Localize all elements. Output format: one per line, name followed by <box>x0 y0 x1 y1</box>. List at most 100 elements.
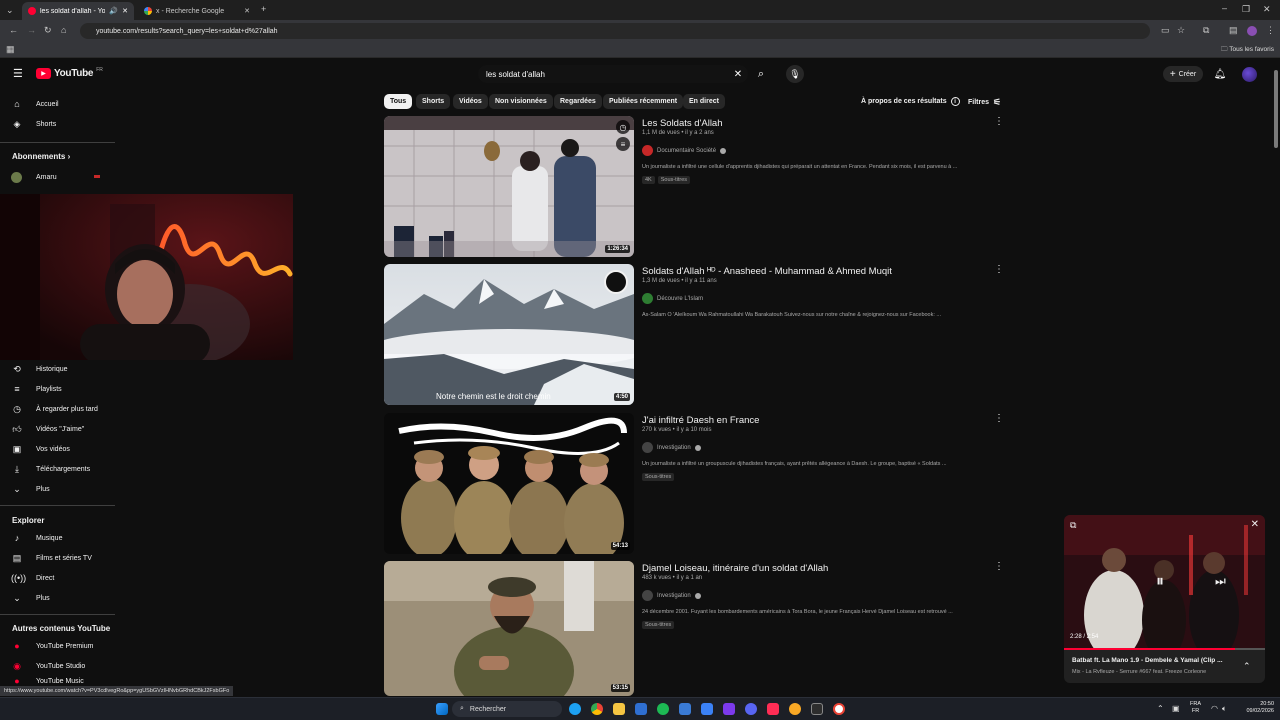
reload-icon[interactable]: ↻ <box>44 25 52 36</box>
tab-youtube[interactable]: les soldat d'allah - YouTube 🔊 ✕ <box>22 2 134 20</box>
clear-search-icon[interactable]: ✕ <box>729 65 747 83</box>
file-explorer-icon[interactable] <box>613 703 625 715</box>
tray-chevron-icon[interactable]: ⌃ <box>1157 704 1164 713</box>
sidebar-item-studio[interactable]: ◉ YouTube Studio <box>0 656 115 676</box>
about-results-link[interactable]: À propos de ces résultats i <box>861 97 960 106</box>
taskbar-search[interactable]: ⌕ Rechercher <box>452 701 562 717</box>
create-button[interactable]: + Créer <box>1163 66 1203 82</box>
video-thumbnail[interactable]: ◷ ≡ 1:26:34 <box>384 116 634 257</box>
subscriptions-title[interactable]: Abonnements › <box>12 152 70 161</box>
sidebar-item-watch-later[interactable]: ◷ À regarder plus tard <box>0 399 115 419</box>
sidebar-item-films[interactable]: ▤ Films et séries TV <box>0 548 115 568</box>
language-indicator[interactable]: FRA FR <box>1190 701 1201 715</box>
close-tab-icon[interactable]: ✕ <box>244 7 250 15</box>
sidebar-item-liked-videos[interactable]: 👍︎ Vidéos "J'aime" <box>0 419 115 439</box>
chip-all[interactable]: Tous <box>384 94 413 109</box>
forward-icon[interactable]: → <box>27 25 36 35</box>
chip-unwatched[interactable]: Non visionnées <box>489 94 553 109</box>
video-result[interactable]: ◷ ≡ 1:26:34 Les Soldats d'Allah 1,1 M de… <box>384 116 1024 258</box>
video-result[interactable]: 54:13 J'ai infiltré Daesh en France 270 … <box>384 413 1024 555</box>
video-result[interactable]: Notre chemin est le droit chemin 4:50 So… <box>384 264 1024 406</box>
video-title[interactable]: Les Soldats d'Allah <box>642 118 723 129</box>
cast-icon[interactable]: ▭ <box>1161 25 1170 36</box>
mail-icon[interactable] <box>635 703 647 715</box>
edge-icon[interactable] <box>569 703 581 715</box>
channel-link[interactable]: Découvre L'Islam <box>642 293 703 304</box>
hamburger-menu-icon[interactable]: ☰ <box>13 67 23 80</box>
sidebar-item-downloads[interactable]: ⤓ Téléchargements <box>0 459 115 479</box>
volume-icon[interactable]: 🔈︎ <box>1222 704 1227 714</box>
discord-icon[interactable] <box>745 703 757 715</box>
chrome-profile-icon[interactable] <box>833 703 845 715</box>
sidebar-item-shorts[interactable]: ◈ Shorts <box>0 114 115 134</box>
chip-recent[interactable]: Publiées récemment <box>603 94 684 109</box>
clock[interactable]: 20:50 09/02/2026 <box>1238 701 1274 715</box>
tray-app-icon[interactable]: ▣ <box>1172 704 1180 713</box>
back-icon[interactable]: ← <box>9 25 18 35</box>
app-icon[interactable] <box>811 703 823 715</box>
video-title[interactable]: Djamel Loiseau, itinéraire d'un soldat d… <box>642 563 828 574</box>
wifi-icon[interactable]: ◠ <box>1211 704 1218 713</box>
account-avatar[interactable] <box>1242 67 1257 82</box>
notifications-bell-icon[interactable]: 🔔︎ <box>1211 65 1229 83</box>
chip-videos[interactable]: Vidéos <box>453 94 488 109</box>
video-thumbnail[interactable]: Notre chemin est le droit chemin 4:50 <box>384 264 634 405</box>
close-tab-icon[interactable]: ✕ <box>122 7 128 15</box>
chevron-up-icon[interactable]: ⌃ <box>1243 661 1251 672</box>
menu-kebab-icon[interactable]: ⋮ <box>1266 25 1275 36</box>
sidebar-item-home[interactable]: ⌂ Accueil <box>0 94 115 114</box>
sidebar-item-music-app[interactable]: ● YouTube Music <box>0 676 115 686</box>
miniplayer-video[interactable]: ⧉ ✕ ⏸ ⏭ 2:28 / 2:54 <box>1064 515 1265 648</box>
video-title[interactable]: Soldats d'Allah ᴴᴰ - Anasheed - Muhammad… <box>642 266 892 277</box>
expand-player-icon[interactable]: ⧉ <box>1070 520 1076 531</box>
sidebar-item-live[interactable]: ((•)) Direct <box>0 568 115 588</box>
more-actions-icon[interactable]: ⋮ <box>994 264 1004 275</box>
channel-link[interactable]: Documentaire Société <box>642 145 727 156</box>
sidepanel-icon[interactable]: ▤ <box>1229 25 1238 36</box>
next-track-icon[interactable]: ⏭ <box>1215 574 1226 589</box>
bookmark-star-icon[interactable]: ☆ <box>1177 25 1185 36</box>
spotify-icon[interactable] <box>657 703 669 715</box>
maximize-icon[interactable]: ❐ <box>1242 4 1250 15</box>
home-icon[interactable]: ⌂ <box>61 25 66 35</box>
app-icon[interactable] <box>679 703 691 715</box>
all-bookmarks-folder[interactable]: 🗀 Tous les favoris <box>1221 45 1274 56</box>
minimize-icon[interactable]: – <box>1222 3 1227 13</box>
url-bar[interactable]: youtube.com/results?search_query=les+sol… <box>80 23 1150 39</box>
miniplayer-progress-track[interactable] <box>1064 648 1265 650</box>
video-thumbnail[interactable]: 54:13 <box>384 413 634 554</box>
chip-shorts[interactable]: Shorts <box>416 94 451 109</box>
tab-search-icon[interactable]: ⌄ <box>6 5 14 16</box>
apps-icon[interactable]: ▦ <box>6 44 15 55</box>
chrome-icon[interactable] <box>591 703 603 715</box>
store-icon[interactable] <box>701 703 713 715</box>
close-window-icon[interactable]: ✕ <box>1263 4 1271 15</box>
video-thumbnail[interactable]: 53:15 <box>384 561 634 696</box>
sidebar-item-premium[interactable]: ● YouTube Premium <box>0 636 115 656</box>
filters-button[interactable]: Filtres ⚟ <box>968 97 1001 108</box>
pause-icon[interactable]: ⏸ <box>1156 573 1164 591</box>
app-icon[interactable] <box>789 703 801 715</box>
sidebar-item-more[interactable]: ⌄ Plus <box>0 479 115 499</box>
search-input[interactable]: les soldat d'allah <box>478 65 748 83</box>
search-button-icon[interactable]: ⌕ <box>752 65 770 83</box>
more-actions-icon[interactable]: ⋮ <box>994 116 1004 127</box>
watch-later-clock-icon[interactable]: ◷ <box>616 120 630 134</box>
add-to-queue-icon[interactable]: ≡ <box>616 137 630 151</box>
tiktok-icon[interactable] <box>767 703 779 715</box>
more-actions-icon[interactable]: ⋮ <box>994 561 1004 572</box>
sidebar-item-history[interactable]: ⟲ Historique <box>0 359 115 379</box>
windows-start-icon[interactable] <box>436 703 448 715</box>
extensions-icon[interactable]: ⧉ <box>1203 25 1209 36</box>
sidebar-item-your-videos[interactable]: ▣ Vos vidéos <box>0 439 115 459</box>
sidebar-item-music[interactable]: ♪ Musique <box>0 528 115 548</box>
close-miniplayer-icon[interactable]: ✕ <box>1251 519 1259 530</box>
youtube-logo[interactable]: ▶ YouTube FR <box>36 67 103 79</box>
scrollbar-thumb[interactable] <box>1274 70 1278 148</box>
new-tab-icon[interactable]: + <box>261 4 266 14</box>
sidebar-item-explore-more[interactable]: ⌄ Plus <box>0 588 115 608</box>
chip-watched[interactable]: Regardées <box>554 94 602 109</box>
page-scrollbar[interactable] <box>1273 64 1280 696</box>
profile-avatar[interactable] <box>1247 26 1257 36</box>
more-actions-icon[interactable]: ⋮ <box>994 413 1004 424</box>
